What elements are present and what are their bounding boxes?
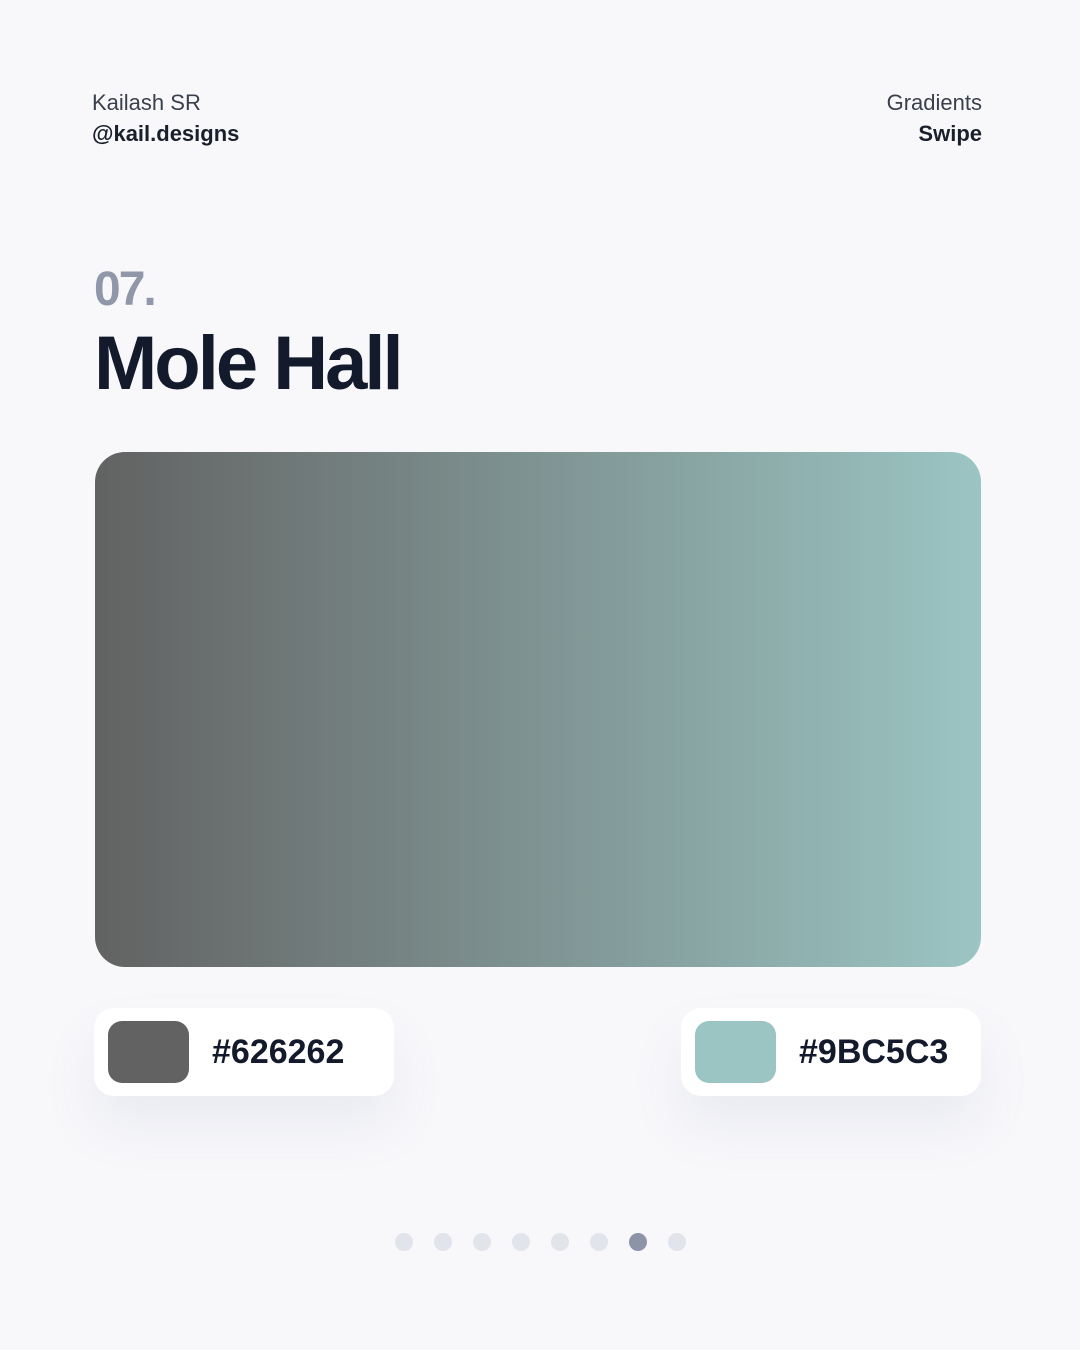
pagination-dots	[395, 1233, 686, 1251]
end-color-hex: #9BC5C3	[799, 1032, 949, 1071]
author-name: Kailash SR	[92, 90, 201, 115]
start-color-swatch	[108, 1021, 189, 1083]
pagination-dot[interactable]	[551, 1233, 569, 1251]
pagination-dot-active[interactable]	[629, 1233, 647, 1251]
swipe-hint[interactable]: Swipe	[887, 118, 982, 150]
start-color-hex: #626262	[212, 1032, 345, 1071]
author-handle[interactable]: @kail.designs	[92, 118, 239, 150]
gradient-title: Mole Hall	[94, 321, 404, 406]
end-color-swatch	[695, 1021, 776, 1083]
gradient-preview	[95, 452, 981, 967]
category-block: Gradients Swipe	[887, 88, 982, 150]
pagination-dot[interactable]	[668, 1233, 686, 1251]
author-block: Kailash SR @kail.designs	[92, 88, 239, 150]
pagination-dot[interactable]	[434, 1233, 452, 1251]
pagination-dot[interactable]	[473, 1233, 491, 1251]
gradient-number: 07.	[94, 263, 157, 316]
end-color-card[interactable]: #9BC5C3	[681, 1008, 981, 1096]
pagination-dot[interactable]	[395, 1233, 413, 1251]
category-label: Gradients	[886, 90, 982, 115]
start-color-card[interactable]: #626262	[94, 1008, 394, 1096]
pagination-dot[interactable]	[590, 1233, 608, 1251]
pagination-dot[interactable]	[512, 1233, 530, 1251]
